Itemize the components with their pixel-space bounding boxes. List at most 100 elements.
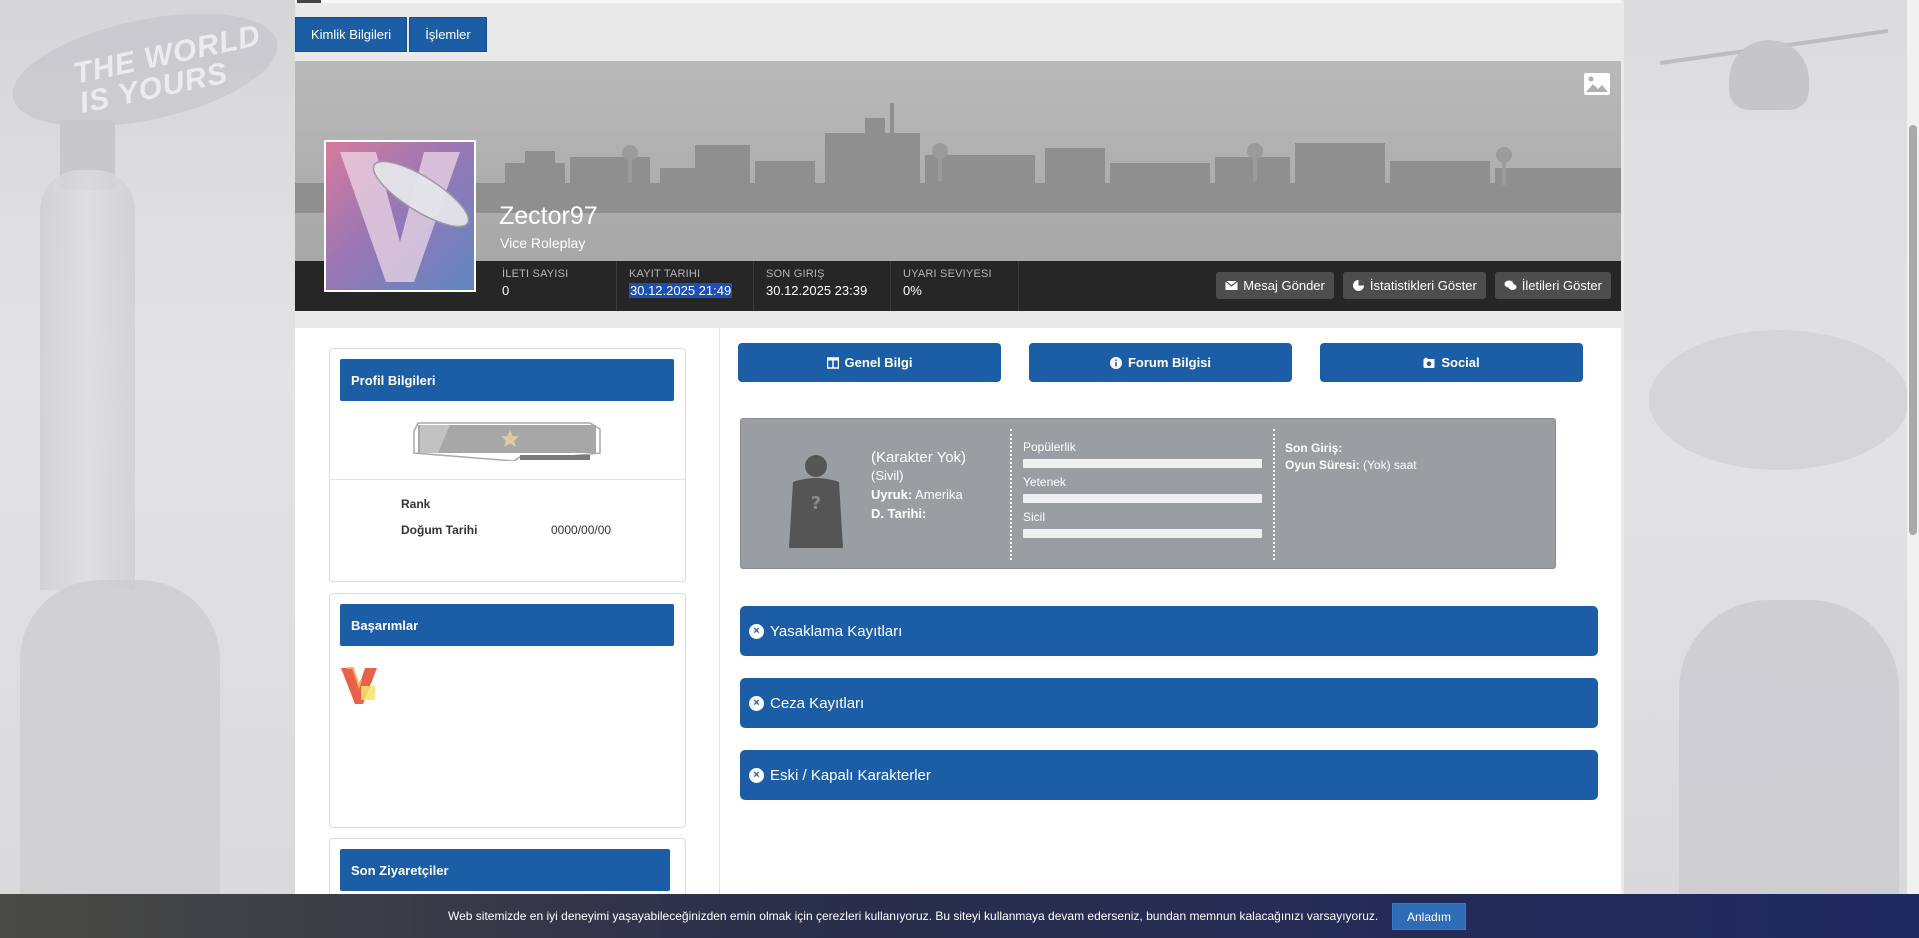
- profile-content: Profil Bilgileri Rank Doğum Tarihi 0000/…: [295, 328, 1621, 938]
- rank-badge-icon: [413, 422, 601, 461]
- helicopter-illustration: [1729, 40, 1809, 110]
- columns-icon: [826, 356, 839, 369]
- tab-general-info-label: Genel Bilgi: [844, 355, 913, 370]
- profile-container: Kimlik Bilgileri İşlemler Zector97 Vice …: [295, 0, 1621, 938]
- show-stats-label: İstatistikleri Göster: [1369, 278, 1477, 293]
- last-login-label: Son Giriş:: [1285, 441, 1343, 455]
- popularity-label: Popülerlik: [1023, 440, 1076, 454]
- cookie-banner: Web sitemizde en iyi deneyimi yaşayabile…: [0, 894, 1919, 938]
- left-column: Profil Bilgileri Rank Doğum Tarihi 0000/…: [295, 328, 720, 938]
- stat-label: Uyarı Seviyesi: [903, 268, 992, 280]
- profile-actions: Mesaj Gönder İstatistikleri Göster İleti…: [1216, 272, 1611, 299]
- camera-retro-icon: [1423, 357, 1435, 368]
- playtime-label: Oyun Süresi:: [1285, 458, 1360, 472]
- pie-chart-icon: [1352, 280, 1364, 291]
- vice-logo-avatar: [340, 152, 470, 282]
- info-tabs: Genel Bilgi Forum Bilgisi Social: [738, 343, 1583, 382]
- stat-label: Son Giriş: [766, 268, 825, 280]
- character-illustration-left: [20, 580, 220, 938]
- recent-visitors-header: Son Ziyaretçiler: [340, 849, 670, 891]
- accordion-penalty-records[interactable]: × Ceza Kayıtları: [740, 678, 1598, 728]
- achievements-card: Başarımlar: [329, 593, 686, 828]
- send-message-label: Mesaj Gönder: [1243, 278, 1325, 293]
- accordion-penalty-records-label: Ceza Kayıtları: [770, 694, 865, 712]
- nationality-value: Amerika: [915, 487, 963, 502]
- birth-date-label: Doğum Tarihi: [401, 523, 478, 537]
- close-circle-icon: ×: [749, 623, 764, 639]
- close-circle-icon: ×: [749, 695, 764, 711]
- background-art-right: [1624, 0, 1919, 938]
- tab-social[interactable]: Social: [1320, 343, 1583, 382]
- show-posts-button[interactable]: İletileri Göster: [1494, 272, 1611, 299]
- stat-register-date: Kayıt Tarihi 30.12.2025 21:49: [617, 261, 754, 311]
- divider: [1273, 429, 1275, 560]
- cookie-accept-button[interactable]: Anladım: [1392, 903, 1466, 930]
- dob-label: D. Tarihi:: [871, 506, 927, 521]
- stat-warning-level: Uyarı Seviyesi 0%: [891, 261, 1019, 311]
- character-nationality: Uyruk: Amerika: [871, 487, 963, 502]
- stats-bar: İleti Sayısı 0 Kayıt Tarihi 30.12.2025 2…: [295, 261, 1621, 311]
- cover-banner: [295, 61, 1621, 261]
- character-role: (Sivil): [871, 468, 904, 483]
- scrollbar-thumb[interactable]: [1909, 125, 1917, 535]
- profile-info-header: Profil Bilgileri: [340, 359, 674, 401]
- tower-illustration: [40, 170, 135, 590]
- top-tabs: Kimlik Bilgileri İşlemler: [295, 17, 487, 52]
- character-illustration-right: [1679, 600, 1899, 938]
- comments-icon: [1504, 280, 1517, 290]
- rank-label: Rank: [401, 497, 431, 511]
- ship-illustration: [1649, 330, 1909, 470]
- stat-label: İleti Sayısı: [502, 268, 569, 280]
- username: Zector97: [499, 202, 598, 230]
- background-art-left: THE WORLD IS YOURS: [0, 0, 295, 938]
- profile-info-card: Profil Bilgileri Rank Doğum Tarihi 0000/…: [329, 348, 686, 582]
- scrollbar[interactable]: [1907, 0, 1919, 938]
- tab-social-label: Social: [1441, 355, 1480, 370]
- record-bar: [1023, 529, 1262, 538]
- send-message-button[interactable]: Mesaj Gönder: [1216, 272, 1334, 299]
- stat-value: 30.12.2025 23:39: [766, 283, 868, 298]
- tab-kimlik-bilgileri[interactable]: Kimlik Bilgileri: [295, 17, 408, 52]
- avatar[interactable]: [324, 140, 476, 292]
- birth-date-value: 0000/00/00: [551, 523, 612, 537]
- popularity-bar: [1023, 459, 1262, 468]
- show-posts-label: İletileri Göster: [1521, 278, 1602, 293]
- accordion-ban-records-label: Yasaklama Kayıtları: [770, 622, 903, 640]
- accordion-old-characters[interactable]: × Eski / Kapalı Karakterler: [740, 750, 1598, 800]
- character-card: ? (Karakter Yok) (Sivil) Uyruk: Amerika …: [740, 418, 1556, 569]
- stat-value: 0%: [903, 283, 922, 298]
- tab-forum-info-label: Forum Bilgisi: [1127, 355, 1212, 370]
- user-subtitle: Vice Roleplay: [500, 235, 586, 251]
- tab-forum-info[interactable]: Forum Bilgisi: [1029, 343, 1292, 382]
- stat-value: 0: [502, 283, 510, 298]
- record-label: Sicil: [1023, 510, 1046, 524]
- skill-bar: [1023, 494, 1262, 503]
- cookie-text: Web sitemizde en iyi deneyimi yaşayabile…: [448, 909, 1379, 923]
- character-dob: D. Tarihi:: [871, 506, 926, 521]
- character-playtime: Oyun Süresi: (Yok) saat: [1285, 458, 1417, 472]
- top-strip: [295, 0, 1621, 3]
- playtime-value: (Yok) saat: [1363, 458, 1417, 472]
- stat-last-login: Son Giriş 30.12.2025 23:39: [754, 261, 891, 311]
- nationality-label: Uyruk:: [871, 487, 913, 502]
- tab-islemler[interactable]: İşlemler: [409, 17, 487, 52]
- right-column: Genel Bilgi Forum Bilgisi Social ? (Kara: [720, 328, 1621, 938]
- info-circle-icon: [1109, 356, 1122, 369]
- divider: [1010, 429, 1012, 560]
- stat-post-count: İleti Sayısı 0: [490, 261, 617, 311]
- accordion-old-characters-label: Eski / Kapalı Karakterler: [770, 766, 931, 784]
- show-stats-button[interactable]: İstatistikleri Göster: [1342, 272, 1486, 299]
- city-skyline-illustration: [295, 103, 1621, 213]
- character-name: (Karakter Yok): [871, 449, 967, 466]
- accordion-ban-records[interactable]: × Yasaklama Kayıtları: [740, 606, 1598, 656]
- stat-value: 30.12.2025 21:49: [629, 283, 733, 298]
- image-icon[interactable]: [1583, 72, 1611, 96]
- achievement-badge-icon[interactable]: [339, 664, 379, 706]
- divider: [330, 479, 685, 480]
- stat-label: Kayıt Tarihi: [629, 268, 701, 280]
- svg-text:?: ?: [811, 493, 821, 514]
- character-last-login: Son Giriş:: [1285, 441, 1342, 455]
- skill-label: Yetenek: [1023, 475, 1066, 489]
- tab-general-info[interactable]: Genel Bilgi: [738, 343, 1001, 382]
- envelope-icon: [1225, 280, 1239, 290]
